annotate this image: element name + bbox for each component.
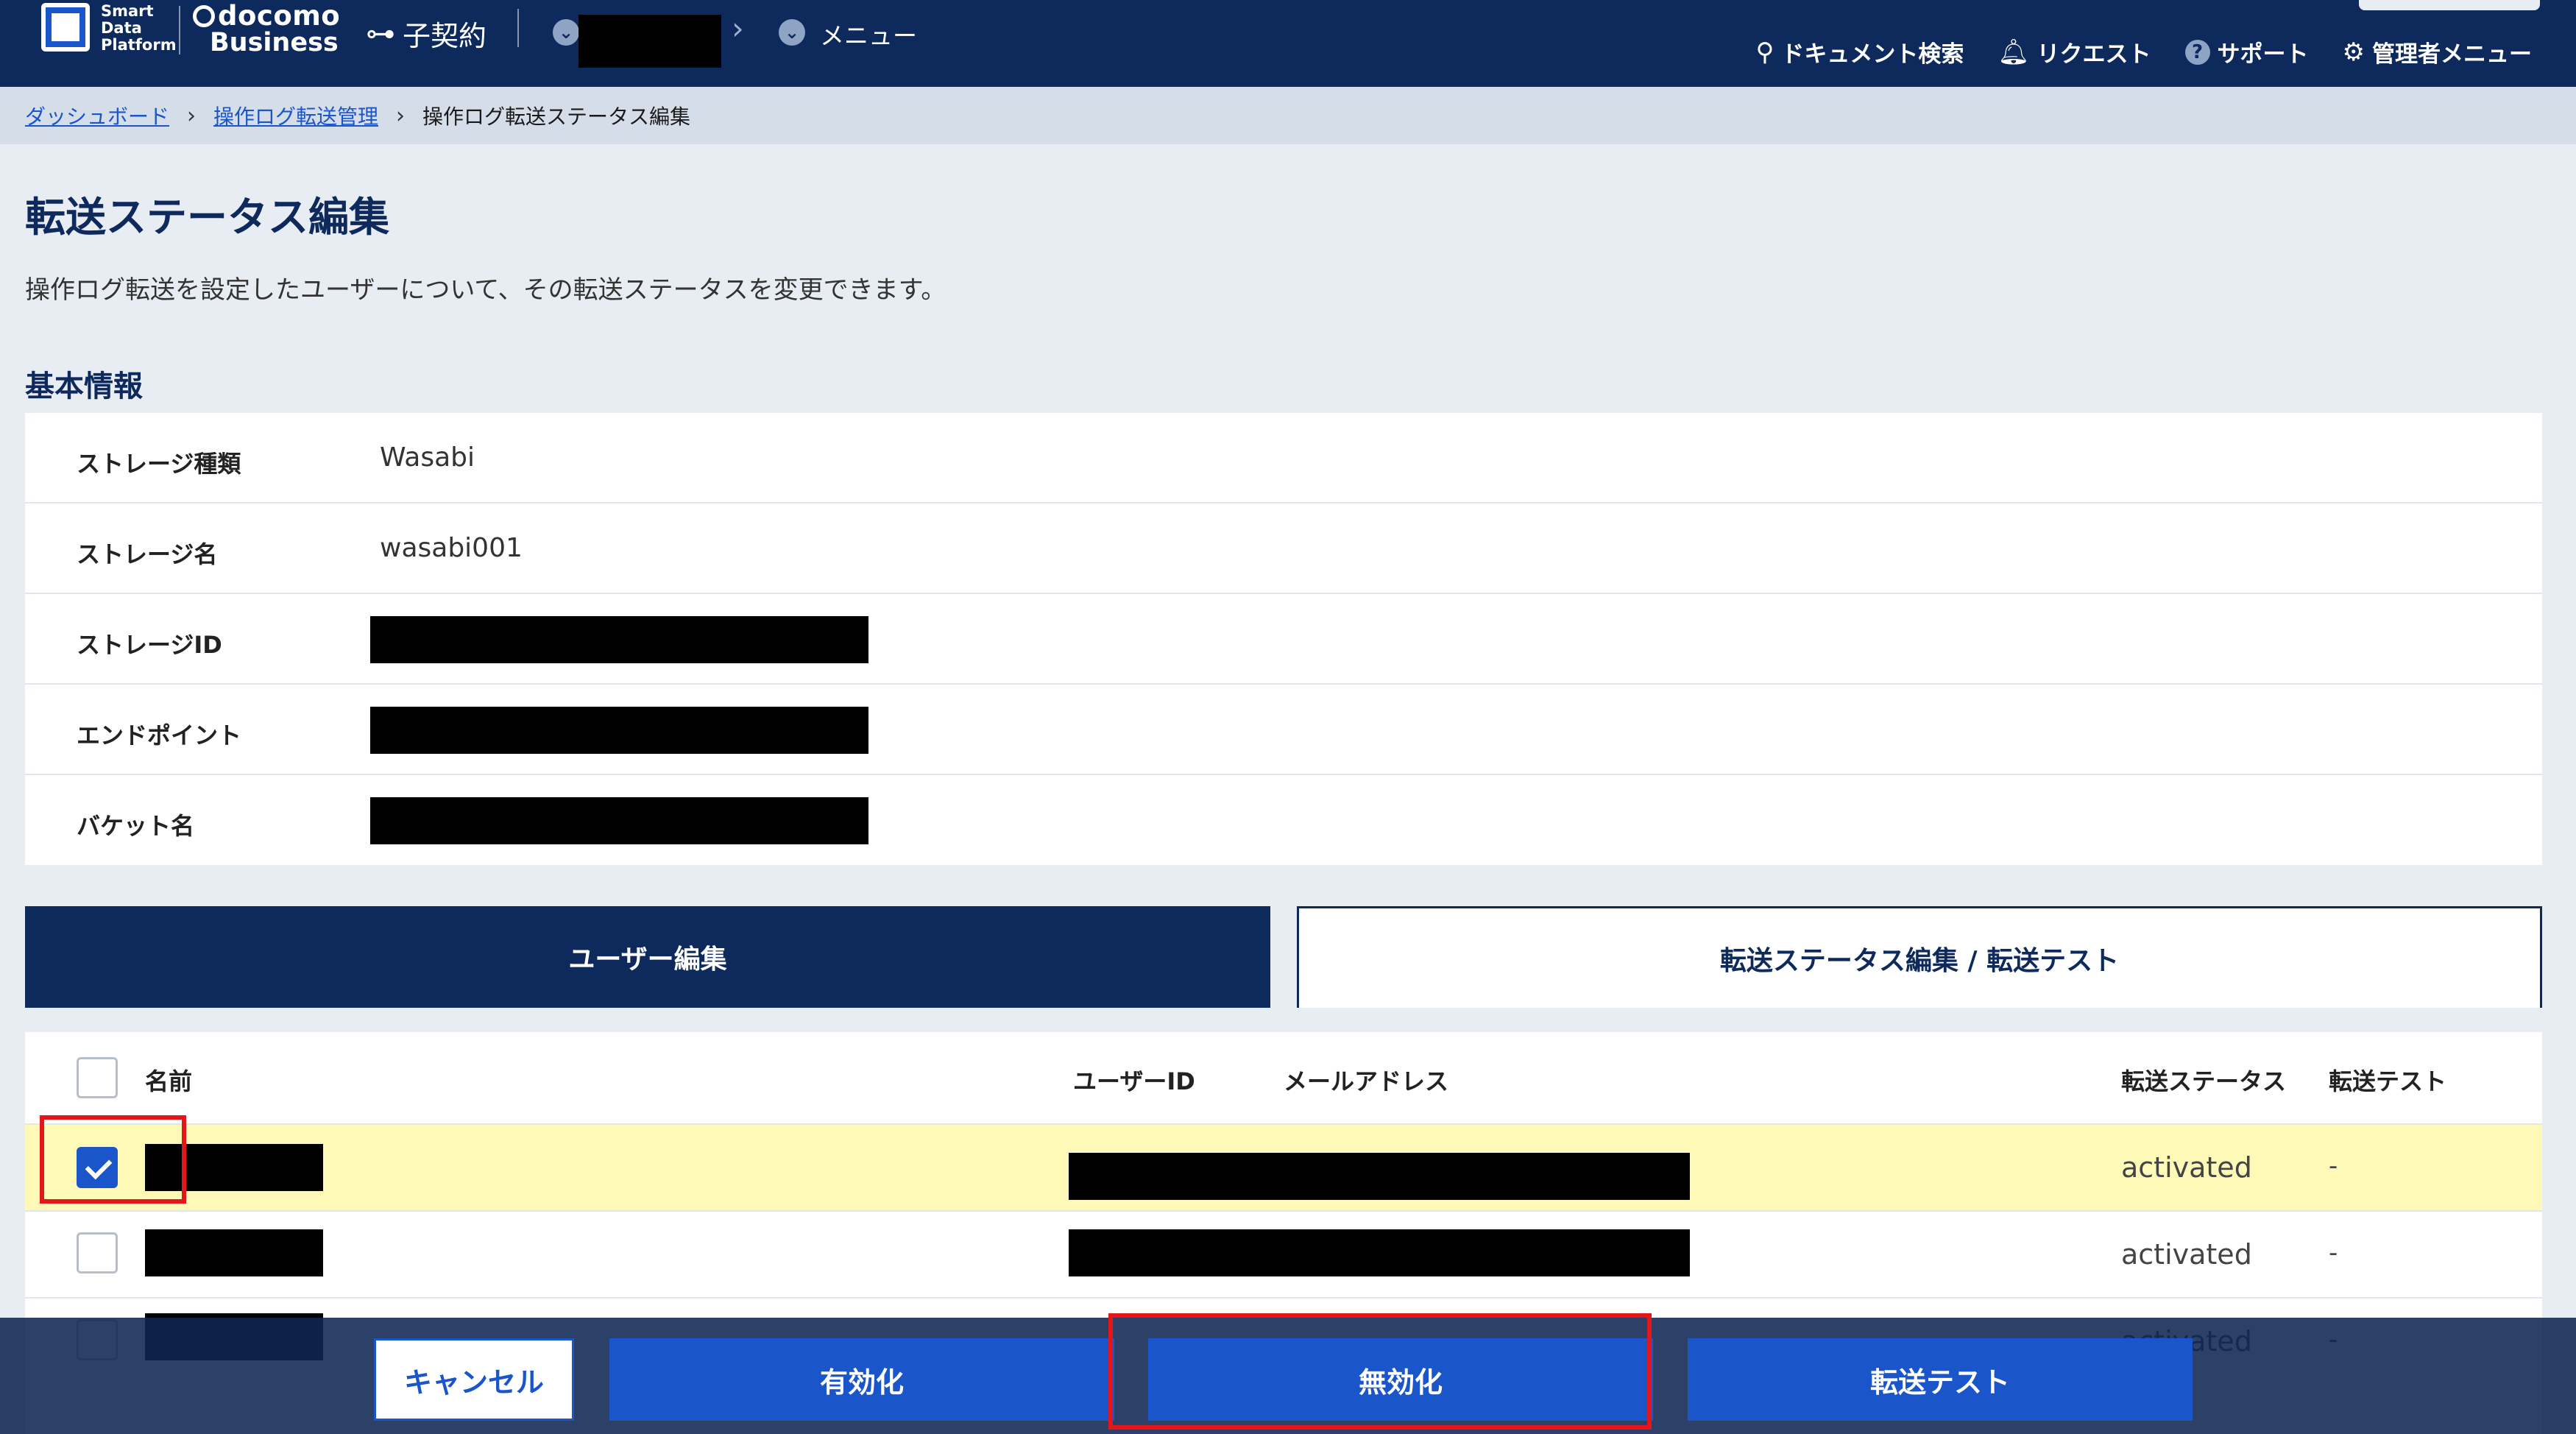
docomo-mark-icon bbox=[193, 5, 215, 27]
info-label: エンドポイント bbox=[77, 721, 242, 749]
document-search-link[interactable]: ⚲ ドキュメント検索 bbox=[1755, 35, 1964, 68]
breadcrumb-dashboard[interactable]: ダッシュボード bbox=[25, 101, 169, 130]
row-status: activated bbox=[2121, 1151, 2252, 1184]
column-test: 転送テスト bbox=[2329, 1067, 2447, 1095]
info-row-bucket-name: バケット名 bbox=[25, 775, 2542, 866]
redacted-value bbox=[370, 707, 868, 754]
redacted-name bbox=[145, 1229, 323, 1276]
info-row-storage-type: ストレージ種類 Wasabi bbox=[25, 413, 2542, 504]
tab-user-edit[interactable]: ユーザー編集 bbox=[25, 906, 1270, 1008]
redacted-contract-name[interactable] bbox=[578, 15, 721, 68]
table-row[interactable]: activated - bbox=[25, 1210, 2542, 1297]
help-icon: ? bbox=[2184, 39, 2210, 65]
top-header: Smart Data Platform docomo Business ⊶ 子契… bbox=[0, 0, 2576, 87]
page-title: 転送ステータス編集 bbox=[25, 194, 390, 241]
redacted-value bbox=[370, 616, 868, 663]
info-row-endpoint: エンドポイント bbox=[25, 685, 2542, 775]
info-label: ストレージ種類 bbox=[77, 450, 241, 478]
basic-info-card: ストレージ種類 Wasabi ストレージ名 wasabi001 ストレージID … bbox=[25, 413, 2542, 865]
chevron-down-icon[interactable]: ⌄ bbox=[779, 19, 805, 46]
select-all-checkbox[interactable] bbox=[77, 1057, 118, 1098]
info-value: wasabi001 bbox=[380, 533, 523, 563]
breadcrumb-chevron-icon: › bbox=[187, 102, 197, 129]
table-header: 名前 ユーザーID メールアドレス 転送ステータス 転送テスト bbox=[25, 1032, 2542, 1123]
info-label: ストレージID bbox=[77, 631, 222, 659]
redacted-user-info bbox=[1069, 1153, 1690, 1200]
search-icon: ⚲ bbox=[1755, 37, 1774, 67]
page-description: 操作ログ転送を設定したユーザーについて、その転送ステータスを変更できます。 bbox=[25, 275, 946, 305]
breadcrumb-current: 操作ログ転送ステータス編集 bbox=[422, 105, 691, 129]
annotation-highlight-deactivate bbox=[1108, 1313, 1652, 1430]
admin-menu-link[interactable]: ⚙ 管理者メニュー bbox=[2343, 35, 2532, 68]
redacted-value bbox=[370, 797, 868, 844]
business-logo-text: Business bbox=[210, 28, 339, 57]
table-row[interactable]: activated - bbox=[25, 1123, 2542, 1210]
tab-status-edit[interactable]: 転送ステータス編集 / 転送テスト bbox=[1297, 906, 2542, 1008]
nav-separator bbox=[517, 9, 519, 47]
info-value: Wasabi bbox=[380, 442, 475, 473]
breadcrumb-log-transfer[interactable]: 操作ログ転送管理 bbox=[213, 101, 378, 130]
sdp-logo-icon[interactable] bbox=[41, 3, 90, 52]
info-label: バケット名 bbox=[77, 812, 195, 840]
section-title-basic-info: 基本情報 bbox=[25, 370, 143, 403]
row-test: - bbox=[2329, 1238, 2338, 1268]
contract-switcher[interactable]: ⊶ 子契約 bbox=[366, 13, 486, 54]
sdp-logo-text: Smart Data Platform bbox=[101, 2, 177, 54]
info-label: ストレージ名 bbox=[77, 540, 218, 568]
gear-icon: ⚙ bbox=[2342, 37, 2365, 67]
request-link[interactable]: 🔔︎ リクエスト bbox=[1998, 35, 2151, 68]
activate-button[interactable]: 有効化 bbox=[609, 1338, 1114, 1421]
contract-label: 子契約 bbox=[403, 20, 487, 52]
row-status: activated bbox=[2121, 1238, 2252, 1271]
chevron-right-icon: › bbox=[732, 10, 744, 46]
cancel-button[interactable]: キャンセル bbox=[374, 1338, 574, 1421]
redacted-user-info bbox=[1069, 1229, 1690, 1276]
chevron-down-icon[interactable]: ⌄ bbox=[553, 19, 579, 46]
info-row-storage-id: ストレージID bbox=[25, 594, 2542, 685]
header-links: ⚲ ドキュメント検索 🔔︎ リクエスト ? サポート ⚙ 管理者メニュー bbox=[1755, 35, 2532, 68]
row-test: - bbox=[2329, 1151, 2338, 1181]
row-checkbox[interactable] bbox=[77, 1232, 118, 1274]
brand-separator bbox=[179, 6, 180, 54]
bell-icon: 🔔︎ bbox=[1998, 37, 2030, 67]
column-user-id: ユーザーID bbox=[1073, 1067, 1195, 1095]
transfer-test-button[interactable]: 転送テスト bbox=[1688, 1338, 2193, 1421]
info-row-storage-name: ストレージ名 wasabi001 bbox=[25, 504, 2542, 594]
breadcrumb: ダッシュボード › 操作ログ転送管理 › 操作ログ転送ステータス編集 bbox=[0, 87, 2576, 144]
support-link[interactable]: ? サポート bbox=[2184, 35, 2309, 68]
column-email: メールアドレス bbox=[1284, 1067, 1449, 1095]
org-tree-icon: ⊶ bbox=[366, 16, 395, 51]
column-status: 転送ステータス bbox=[2121, 1067, 2287, 1095]
top-right-tab[interactable] bbox=[2359, 0, 2540, 10]
docomo-logo: docomo bbox=[193, 0, 340, 32]
annotation-highlight-checkbox bbox=[40, 1115, 186, 1204]
breadcrumb-chevron-icon: › bbox=[396, 102, 406, 129]
column-name: 名前 bbox=[145, 1067, 193, 1095]
menu-dropdown[interactable]: メニュー bbox=[820, 16, 917, 52]
